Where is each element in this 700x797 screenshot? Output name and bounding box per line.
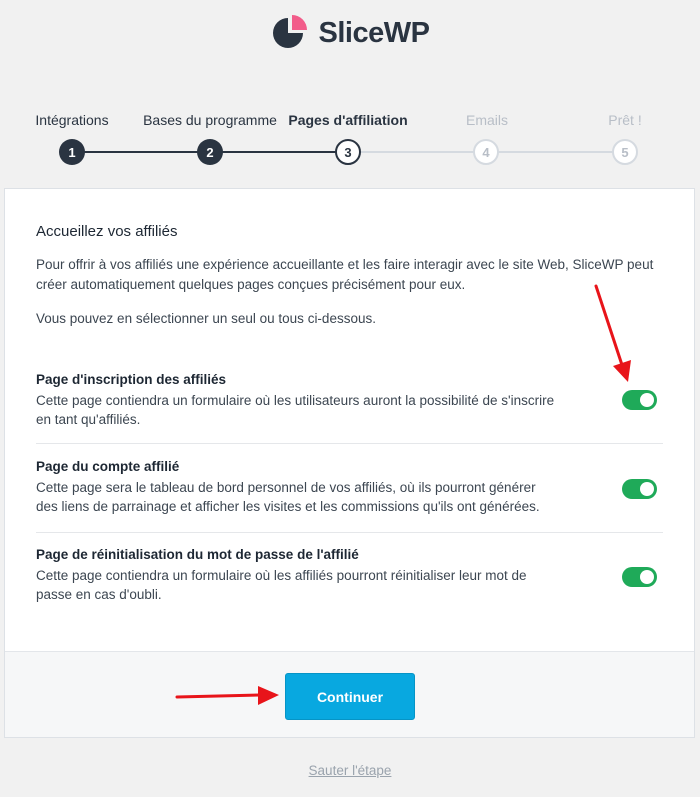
card-footer: Continuer [5, 651, 694, 737]
step-5-indicator: 5 [612, 139, 638, 165]
option-description: Cette page sera le tableau de bord perso… [36, 480, 540, 514]
step-2-indicator[interactable]: 2 [197, 139, 223, 165]
card-body: Accueillez vos affiliés Pour offrir à vo… [5, 189, 694, 651]
toggle-knob [640, 393, 654, 407]
brand-name: SliceWP [318, 16, 430, 49]
continue-button[interactable]: Continuer [285, 673, 415, 720]
slicewp-logo-icon [272, 15, 307, 48]
step-2-label: Bases du programme [143, 112, 277, 128]
skip-step-link[interactable]: Sauter l'étape [0, 763, 700, 778]
toggle-knob [640, 482, 654, 496]
step-connector [210, 151, 348, 153]
affiliate-pages-card: Accueillez vos affiliés Pour offrir à vo… [4, 188, 695, 738]
option-title: Page d'inscription des affiliés [36, 372, 227, 387]
reset-password-page-toggle[interactable] [622, 567, 657, 587]
setup-stepper: Intégrations Bases du programme Pages d'… [0, 112, 700, 172]
intro-text: Pour offrir à vos affiliés une expérienc… [36, 257, 654, 292]
option-description: Cette page contiendra un formulaire où l… [36, 393, 555, 427]
slicewp-logo: SliceWP [0, 14, 700, 52]
registration-page-toggle[interactable] [622, 390, 657, 410]
step-3-indicator: 3 [335, 139, 361, 165]
step-3-label: Pages d'affiliation [288, 112, 408, 128]
step-4-label: Emails [465, 112, 509, 128]
step-connector [348, 151, 486, 153]
step-connector [72, 151, 210, 153]
step-5-label: Prêt ! [608, 112, 642, 128]
option-description: Cette page contiendra un formulaire où l… [36, 568, 527, 602]
option-account-page: Page du compte affilié Cette page sera l… [36, 459, 663, 533]
card-title: Accueillez vos affiliés [36, 223, 178, 240]
option-title: Page de réinitialisation du mot de passe… [36, 547, 359, 562]
step-1-indicator[interactable]: 1 [59, 139, 85, 165]
step-connector [486, 151, 625, 153]
step-1-label: Intégrations [35, 112, 109, 128]
intro-hint: Vous pouvez en sélectionner un seul ou t… [36, 311, 376, 326]
option-registration-page: Page d'inscription des affiliés Cette pa… [36, 372, 663, 444]
step-4-indicator: 4 [473, 139, 499, 165]
account-page-toggle[interactable] [622, 479, 657, 499]
toggle-knob [640, 570, 654, 584]
option-reset-password-page: Page de réinitialisation du mot de passe… [36, 547, 663, 621]
option-title: Page du compte affilié [36, 459, 180, 474]
